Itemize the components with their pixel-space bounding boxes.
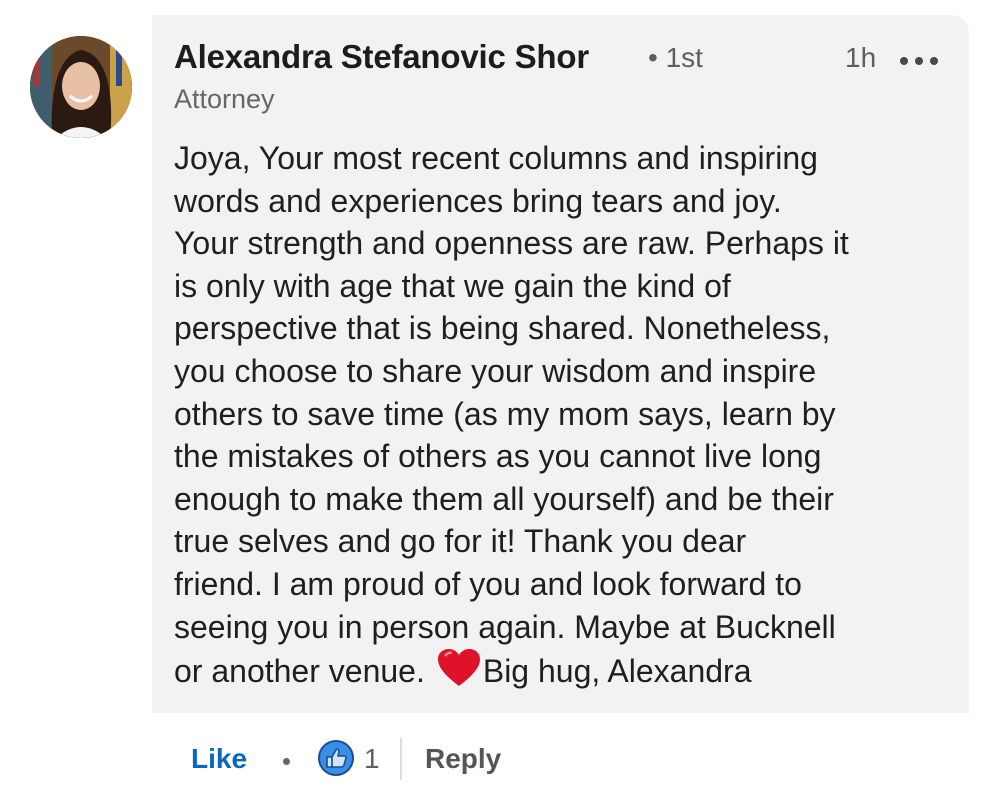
- ellipsis-dot: [930, 57, 938, 65]
- comment-timestamp: 1h: [845, 42, 877, 73]
- connection-degree: • 1st: [648, 42, 703, 73]
- ellipsis-dot: [915, 57, 923, 65]
- author-avatar[interactable]: [30, 36, 132, 138]
- comment-text-main: Joya, Your most recent columns and inspi…: [174, 140, 849, 690]
- thumbs-up-icon[interactable]: [318, 740, 354, 776]
- reply-button[interactable]: Reply: [425, 743, 501, 775]
- profile-photo: [30, 36, 132, 138]
- author-name[interactable]: Alexandra Stefanovic Shor: [174, 38, 589, 76]
- author-headline: Attorney: [174, 84, 275, 114]
- separator-dot: [283, 758, 290, 765]
- comment-text: Joya, Your most recent columns and inspi…: [174, 137, 964, 699]
- reaction-count[interactable]: 1: [364, 743, 380, 775]
- action-divider: [400, 738, 402, 780]
- red-heart-icon: [437, 648, 481, 699]
- comment-text-signoff: Big hug, Alexandra: [482, 653, 752, 690]
- like-button[interactable]: Like: [191, 743, 247, 775]
- ellipsis-icon[interactable]: [900, 50, 938, 72]
- ellipsis-dot: [900, 57, 908, 65]
- comment-actions: Like 1 Reply: [0, 730, 1000, 790]
